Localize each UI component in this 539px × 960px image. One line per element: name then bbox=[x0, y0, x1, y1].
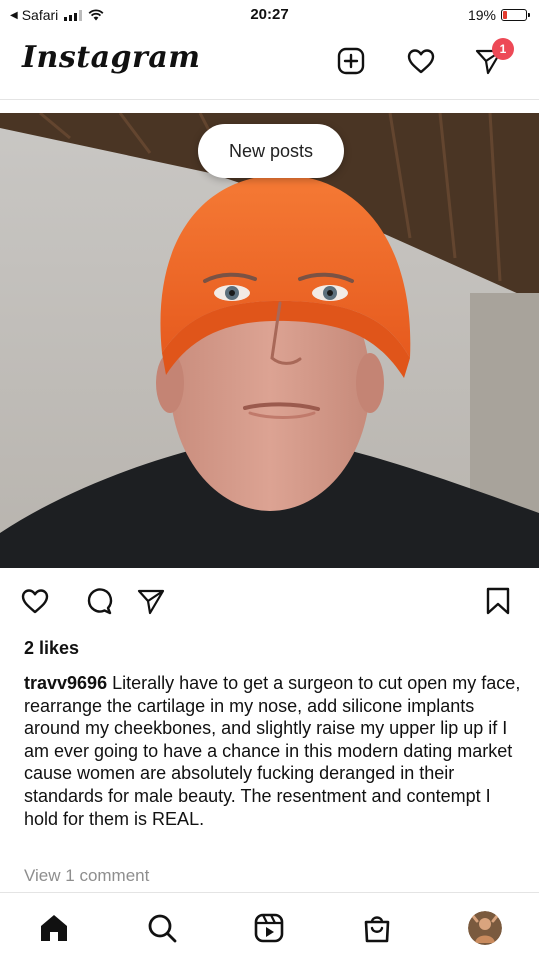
post-caption: travv9696 Literally have to get a surgeon… bbox=[24, 672, 524, 830]
caption-username[interactable]: travv9696 bbox=[24, 673, 107, 693]
caption-text: Literally have to get a surgeon to cut o… bbox=[24, 673, 521, 829]
view-comments-link[interactable]: View 1 comment bbox=[24, 866, 149, 886]
battery-icon bbox=[501, 9, 530, 21]
plus-square-icon[interactable] bbox=[336, 46, 366, 76]
status-bar: ◀ Safari 20:27 19% bbox=[0, 0, 539, 32]
home-icon[interactable] bbox=[37, 911, 71, 945]
heart-icon[interactable] bbox=[406, 46, 436, 76]
post-image[interactable] bbox=[0, 113, 539, 568]
likes-count[interactable]: 2 likes bbox=[24, 638, 79, 659]
like-heart-icon[interactable] bbox=[20, 586, 50, 616]
bottom-nav bbox=[0, 892, 539, 960]
instagram-logo[interactable]: Instagram bbox=[22, 40, 201, 75]
reels-icon[interactable] bbox=[252, 911, 286, 945]
post-actions bbox=[0, 580, 539, 620]
profile-avatar[interactable] bbox=[468, 911, 502, 945]
battery-status: 19% bbox=[467, 7, 530, 23]
post-photo-illustration bbox=[0, 113, 539, 568]
share-icon[interactable] bbox=[136, 586, 166, 616]
notification-badge: 1 bbox=[492, 38, 514, 60]
app-header: Instagram 1 bbox=[0, 32, 539, 100]
direct-message-button[interactable]: 1 bbox=[474, 38, 514, 76]
status-time: 20:27 bbox=[250, 6, 289, 23]
search-icon[interactable] bbox=[145, 911, 179, 945]
battery-percent: 19% bbox=[467, 7, 496, 23]
comment-icon[interactable] bbox=[84, 586, 114, 616]
bookmark-icon[interactable] bbox=[483, 586, 513, 616]
new-posts-button[interactable]: New posts bbox=[198, 124, 344, 178]
shop-icon[interactable] bbox=[360, 911, 394, 945]
